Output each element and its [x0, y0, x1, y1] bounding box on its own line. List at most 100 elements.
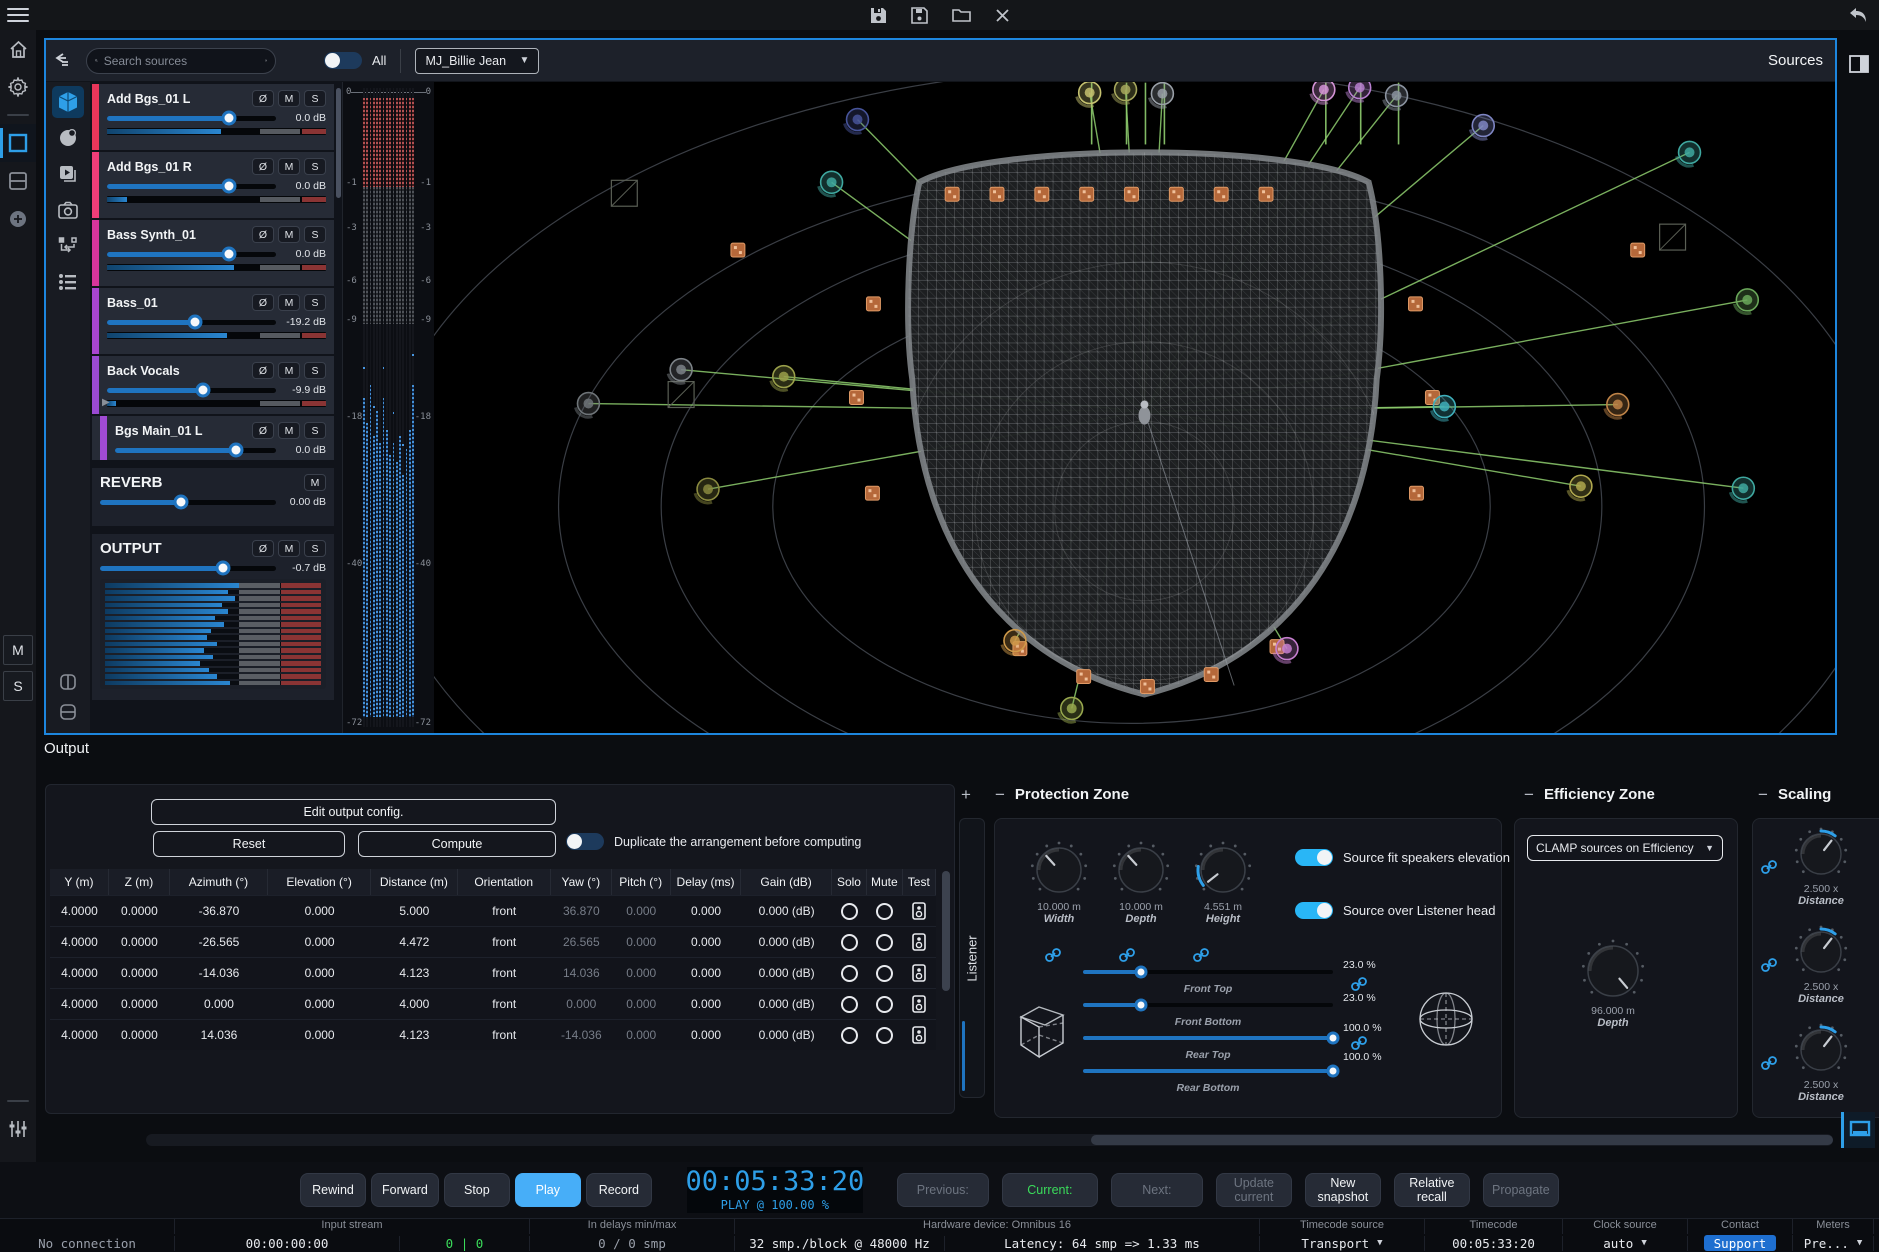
speaker-marker[interactable]: [1410, 486, 1424, 500]
speaker-marker[interactable]: [1259, 187, 1273, 201]
solo-button[interactable]: S: [304, 422, 326, 439]
routing-icon[interactable]: [52, 230, 84, 262]
phase-button[interactable]: Ø: [252, 226, 274, 243]
mute-button[interactable]: M: [278, 294, 300, 311]
phase-button[interactable]: Ø: [252, 90, 274, 107]
knob-dial[interactable]: [1030, 841, 1088, 899]
expand-children-icon[interactable]: ▶: [102, 397, 110, 408]
reset-button[interactable]: Reset: [153, 831, 345, 857]
gain-slider[interactable]: [100, 566, 276, 571]
mute-circle[interactable]: [876, 965, 893, 982]
solo-circle[interactable]: [841, 903, 858, 920]
mute-circle[interactable]: [876, 934, 893, 951]
mute-circle[interactable]: [876, 903, 893, 920]
knob-dial[interactable]: [1794, 1023, 1848, 1077]
slider-thumb[interactable]: [1134, 999, 1147, 1012]
test-speaker-icon[interactable]: [912, 995, 926, 1013]
solo-button[interactable]: S: [304, 362, 326, 379]
audio-source[interactable]: [1470, 115, 1494, 140]
solo-button[interactable]: S: [304, 226, 326, 243]
new-snapshot-button[interactable]: New snapshot: [1305, 1173, 1381, 1207]
audio-source[interactable]: [1730, 477, 1754, 502]
mute-button[interactable]: M: [278, 362, 300, 379]
collapse-scaling-icon[interactable]: −: [1758, 786, 1768, 803]
gain-slider[interactable]: [107, 320, 276, 325]
gain-slider[interactable]: [107, 184, 276, 189]
solo-button[interactable]: S: [304, 90, 326, 107]
mute-button[interactable]: M: [278, 422, 300, 439]
search-input[interactable]: [104, 54, 259, 68]
knob-dial[interactable]: [1794, 827, 1848, 881]
value-link[interactable]: [1343, 975, 1367, 992]
global-solo-button[interactable]: S: [3, 671, 33, 701]
listener-tab[interactable]: Listener: [959, 818, 985, 1098]
mixer-faders-icon[interactable]: [0, 1110, 36, 1148]
all-sources-toggle[interactable]: [324, 52, 362, 69]
solo-button[interactable]: S: [304, 294, 326, 311]
previous--button[interactable]: Previous:: [897, 1173, 989, 1207]
split-vertical-icon[interactable]: [52, 669, 84, 695]
speaker-marker[interactable]: [1409, 297, 1423, 311]
rewind-button[interactable]: Rewind: [300, 1173, 366, 1207]
knob-dial[interactable]: [1794, 925, 1848, 979]
split-view-icon[interactable]: [0, 162, 36, 200]
update-current-button[interactable]: Update current: [1216, 1173, 1292, 1207]
save-as-icon[interactable]: [911, 7, 928, 24]
knob-link[interactable]: [1045, 947, 1061, 963]
status-value[interactable]: auto▼: [1563, 1236, 1688, 1251]
output-strip[interactable]: OUTPUTØMS-0.7 dB: [92, 534, 334, 702]
speaker-marker[interactable]: [1080, 187, 1094, 201]
split-horizontal-icon[interactable]: [52, 699, 84, 725]
gain-slider-thumb[interactable]: [187, 315, 202, 330]
gain-slider-thumb[interactable]: [173, 495, 188, 510]
audio-source[interactable]: [1734, 289, 1758, 314]
audio-source[interactable]: [1149, 83, 1173, 108]
preset-dropdown[interactable]: MJ_Billie Jean ▼: [415, 48, 539, 74]
audio-source[interactable]: [695, 478, 719, 503]
close-icon[interactable]: [995, 8, 1010, 23]
gain-slider-thumb[interactable]: [221, 247, 236, 262]
phase-button[interactable]: Ø: [252, 158, 274, 175]
table-scrollbar[interactable]: [942, 871, 950, 991]
reverb-strip[interactable]: REVERBM0.00 dB: [92, 468, 334, 528]
status-value[interactable]: Transport▼: [1260, 1236, 1425, 1251]
single-view-icon[interactable]: [0, 124, 36, 162]
speaker-marker[interactable]: [1077, 670, 1091, 684]
panel-toggle-icon[interactable]: [1843, 48, 1875, 80]
mute-button[interactable]: M: [278, 540, 300, 557]
mute-button[interactable]: M: [278, 226, 300, 243]
sphere-view-icon[interactable]: [52, 122, 84, 154]
table-row[interactable]: 4.00000.00000.0000.0004.000front0.0000.0…: [50, 988, 936, 1019]
phase-button[interactable]: Ø: [252, 362, 274, 379]
media-library-icon[interactable]: [52, 158, 84, 190]
status-value[interactable]: Support: [1688, 1235, 1793, 1251]
settings-gear-icon[interactable]: [0, 68, 36, 106]
solo-circle[interactable]: [841, 965, 858, 982]
slider-thumb[interactable]: [1134, 966, 1147, 979]
forward-button[interactable]: Forward: [371, 1173, 439, 1207]
collapse-protection-icon[interactable]: −: [995, 786, 1005, 803]
efficiency-mode-dropdown[interactable]: CLAMP sources on Efficiency ... ▼: [1527, 835, 1723, 861]
channel-strip[interactable]: Add Bgs_01 RØMS0.0 dB: [92, 152, 334, 220]
table-row[interactable]: 4.00000.0000-14.0360.0004.123front14.036…: [50, 957, 936, 988]
speaker-marker[interactable]: [731, 243, 745, 257]
solo-circle[interactable]: [841, 934, 858, 951]
gain-slider[interactable]: [100, 500, 276, 505]
table-row[interactable]: 4.00000.0000-26.5650.0004.472front26.565…: [50, 926, 936, 957]
solo-circle[interactable]: [841, 996, 858, 1013]
clear-search-icon[interactable]: [265, 55, 267, 66]
gain-slider[interactable]: [107, 388, 276, 393]
value-link[interactable]: [1343, 1034, 1367, 1051]
test-speaker-icon[interactable]: [912, 902, 926, 920]
slider-thumb[interactable]: [1327, 1032, 1340, 1045]
knob-dial[interactable]: [1112, 841, 1170, 899]
table-row[interactable]: 4.00000.0000-36.8700.0005.000front36.870…: [50, 895, 936, 926]
cube-3d-view-icon[interactable]: [52, 86, 84, 118]
phase-button[interactable]: Ø: [252, 422, 274, 439]
current--button[interactable]: Current:: [1002, 1173, 1098, 1207]
link-icon[interactable]: [1351, 976, 1367, 992]
speaker-marker[interactable]: [1035, 187, 1049, 201]
speaker-marker[interactable]: [990, 187, 1004, 201]
speaker-marker[interactable]: [1214, 187, 1228, 201]
audio-source[interactable]: [771, 366, 795, 391]
